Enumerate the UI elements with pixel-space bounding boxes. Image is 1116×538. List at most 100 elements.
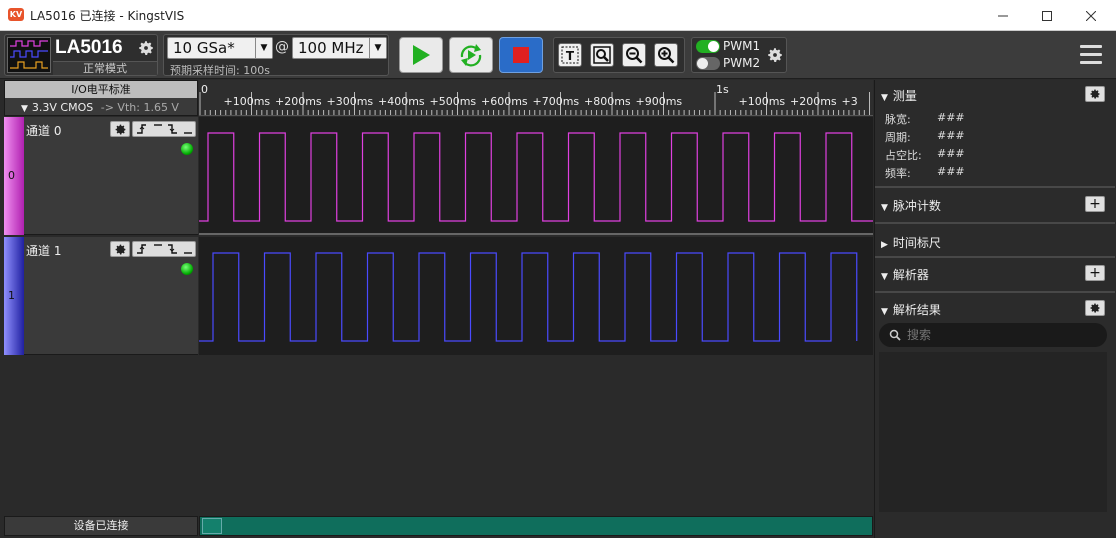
search-box[interactable] bbox=[879, 323, 1107, 347]
menu-button[interactable] bbox=[1080, 45, 1102, 65]
channel-0-label[interactable]: 通道 0 bbox=[26, 122, 61, 139]
zoom-area-button[interactable] bbox=[590, 43, 614, 67]
triangle-down-icon: ▼ bbox=[881, 93, 888, 103]
ruler-label: +900ms bbox=[635, 95, 683, 108]
channel-0-settings-button[interactable] bbox=[110, 121, 130, 137]
io-header: I/O电平标准 bbox=[5, 81, 197, 98]
gear-icon bbox=[1090, 89, 1100, 99]
ruler-label: +200ms bbox=[275, 95, 322, 108]
sample-rate-select[interactable]: 10 GSa* ▼ bbox=[167, 37, 273, 59]
device-icon[interactable] bbox=[7, 37, 51, 73]
ruler-label: +600ms bbox=[481, 95, 528, 108]
decoder-title: 解析器 bbox=[892, 268, 929, 282]
sampling-panel: 10 GSa* ▼ @ 100 MHz ▼ 预期采样时间: 100s bbox=[163, 34, 389, 77]
triangle-right-icon: ▶ bbox=[881, 240, 888, 250]
divider bbox=[875, 256, 1115, 258]
sample-freq-select[interactable]: 100 MHz ▼ bbox=[292, 37, 387, 59]
measure-settings-button[interactable] bbox=[1085, 86, 1105, 102]
stop-button[interactable] bbox=[499, 37, 543, 73]
plus-icon: + bbox=[1089, 265, 1101, 281]
channel-1-settings-button[interactable] bbox=[110, 241, 130, 257]
signal-trace bbox=[199, 252, 858, 342]
device-panel: LA5016 正常模式 bbox=[4, 34, 158, 76]
channel-0-signal bbox=[199, 132, 873, 222]
add-decoder-button[interactable]: + bbox=[1085, 265, 1105, 281]
hamburger-icon bbox=[1080, 45, 1102, 64]
ruler-label: +100ms bbox=[223, 95, 271, 108]
zoom-out-button[interactable] bbox=[622, 43, 646, 67]
time-ruler[interactable]: 0 +100ms +200ms +300ms +400ms +500ms +600ms +70… bbox=[199, 80, 873, 116]
trigger-edges-icon bbox=[137, 124, 192, 134]
ruler-label: +100ms bbox=[738, 95, 786, 108]
pwm2-toggle[interactable] bbox=[696, 57, 720, 70]
minimize-button[interactable] bbox=[980, 0, 1026, 31]
close-button[interactable] bbox=[1068, 0, 1114, 31]
device-name: LA5016 bbox=[55, 37, 123, 58]
empty-channel-area bbox=[4, 356, 873, 514]
pwm1-label: PWM1 bbox=[723, 39, 761, 53]
window-title: LA5016 已连接 - KingstVIS bbox=[30, 9, 185, 23]
results-list bbox=[879, 352, 1107, 512]
triangle-down-icon: ▼ bbox=[881, 307, 888, 317]
right-panel: ▼ 测量 脉宽: ### 周期: ### 占空比: ### 频率: ### ▼ 脉冲… bbox=[874, 80, 1116, 538]
divider bbox=[875, 291, 1115, 293]
pwm1-toggle[interactable] bbox=[696, 40, 720, 53]
signal-trace bbox=[199, 132, 873, 222]
measure-value: ### bbox=[937, 111, 965, 124]
sample-freq-value: 100 MHz bbox=[298, 39, 364, 57]
measure-key: 占空比: bbox=[885, 149, 922, 162]
decoder-section-toggle[interactable]: ▼ 解析器 bbox=[881, 266, 929, 283]
search-input[interactable] bbox=[907, 326, 1097, 344]
channel-1-status-led bbox=[181, 263, 193, 275]
status-text: 设备已连接 bbox=[4, 516, 198, 536]
close-icon bbox=[1086, 10, 1096, 21]
minimize-icon bbox=[998, 15, 1008, 16]
channel-1-waveform[interactable] bbox=[199, 237, 873, 355]
title-bar: KV LA5016 已连接 - KingstVIS bbox=[0, 0, 1116, 31]
maximize-button[interactable] bbox=[1024, 0, 1070, 31]
time-ruler-section-toggle[interactable]: ▶ 时间标尺 bbox=[881, 234, 941, 251]
results-settings-button[interactable] bbox=[1085, 300, 1105, 316]
ruler-label: +400ms bbox=[378, 95, 425, 108]
device-settings-button[interactable] bbox=[137, 39, 155, 60]
measure-section-toggle[interactable]: ▼ 测量 bbox=[881, 87, 917, 104]
results-section-toggle[interactable]: ▼ 解析结果 bbox=[881, 301, 941, 318]
gear-icon bbox=[1090, 303, 1100, 313]
pwm-panel: PWM1 PWM2 bbox=[691, 37, 787, 73]
triangle-down-icon: ▼ bbox=[881, 203, 888, 213]
trigger-edges-icon bbox=[137, 244, 192, 254]
channel-0-trigger-button[interactable] bbox=[132, 121, 196, 137]
pulse-count-section-toggle[interactable]: ▼ 脉冲计数 bbox=[881, 197, 941, 214]
pulse-count-title: 脉冲计数 bbox=[892, 199, 941, 213]
start-button[interactable] bbox=[399, 37, 443, 73]
channel-1-index: 1 bbox=[8, 289, 15, 302]
search-icon bbox=[889, 329, 901, 341]
gear-icon bbox=[115, 244, 125, 255]
ruler-label: +500ms bbox=[429, 95, 477, 108]
add-pulse-count-button[interactable]: + bbox=[1085, 196, 1105, 212]
divider bbox=[875, 222, 1115, 224]
pwm-settings-button[interactable] bbox=[766, 46, 784, 67]
overview-scrollbar[interactable] bbox=[199, 516, 873, 536]
measure-value: ### bbox=[937, 165, 965, 178]
divider bbox=[875, 186, 1115, 188]
results-title: 解析结果 bbox=[892, 303, 941, 317]
channel-1-label[interactable]: 通道 1 bbox=[26, 242, 61, 259]
loop-start-button[interactable] bbox=[449, 37, 493, 73]
measure-value: ### bbox=[937, 129, 965, 142]
time-ruler-title: 时间标尺 bbox=[892, 236, 941, 250]
chevron-down-icon: ▼ bbox=[369, 38, 386, 58]
io-standard-select[interactable]: ▼ 3.3V CMOS -> Vth: 1.65 V bbox=[21, 101, 179, 114]
channel-0-waveform[interactable] bbox=[199, 117, 873, 235]
ruler-label: +700ms bbox=[532, 95, 580, 108]
stop-icon bbox=[513, 47, 529, 63]
scrollbar-handle[interactable] bbox=[202, 518, 222, 534]
zoom-in-button[interactable] bbox=[654, 43, 678, 67]
text-tool-button[interactable]: T bbox=[558, 43, 582, 67]
ruler-label: +3 bbox=[841, 95, 858, 108]
ruler-label: 0 bbox=[201, 83, 208, 96]
channel-1-trigger-button[interactable] bbox=[132, 241, 196, 257]
maximize-icon bbox=[1042, 10, 1052, 21]
channel-0-color-strip: 0 bbox=[4, 117, 24, 235]
ruler-label: 1s bbox=[716, 83, 729, 96]
